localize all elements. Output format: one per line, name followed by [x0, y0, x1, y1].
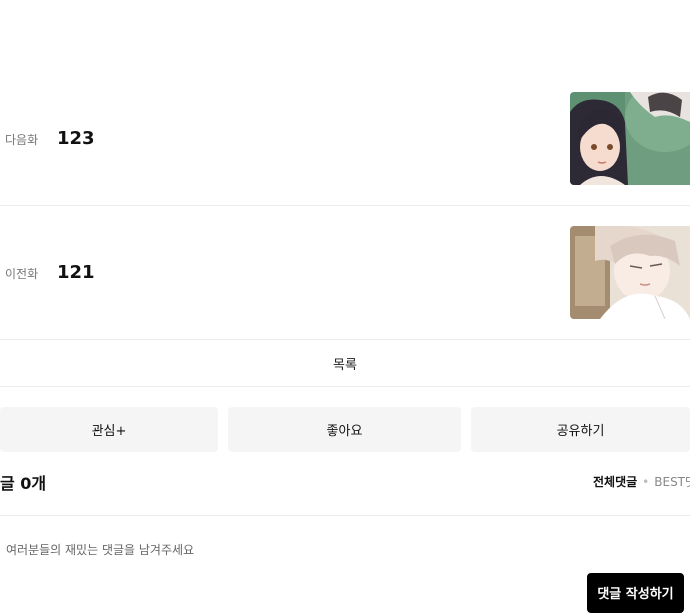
prev-episode-thumbnail[interactable] — [570, 226, 690, 319]
next-episode-thumbnail[interactable] — [570, 92, 690, 185]
next-episode-number: 123 — [57, 128, 95, 149]
share-button[interactable]: 공유하기 — [471, 407, 690, 452]
next-episode-label: 다음화 — [5, 133, 39, 147]
sort-all-comments[interactable]: 전체댓글 — [593, 475, 637, 489]
divider — [0, 515, 690, 516]
comment-count: 글 0개 — [0, 474, 47, 493]
comment-input[interactable]: 여러분들의 재밌는 댓글을 남겨주세요 — [6, 541, 194, 558]
sort-separator: • — [642, 475, 650, 489]
divider — [0, 386, 690, 387]
divider — [0, 205, 690, 206]
interest-button[interactable]: 관심+ — [0, 407, 218, 452]
write-comment-button[interactable]: 댓글 작성하기 — [587, 573, 684, 613]
prev-episode-label: 이전화 — [5, 267, 39, 281]
comment-sort: 전체댓글 • BEST댓 — [593, 473, 690, 490]
list-button[interactable]: 목록 — [0, 340, 690, 386]
like-button[interactable]: 좋아요 — [228, 407, 461, 452]
prev-episode-number: 121 — [57, 262, 95, 283]
sort-best-comments[interactable]: BEST댓 — [654, 475, 690, 489]
